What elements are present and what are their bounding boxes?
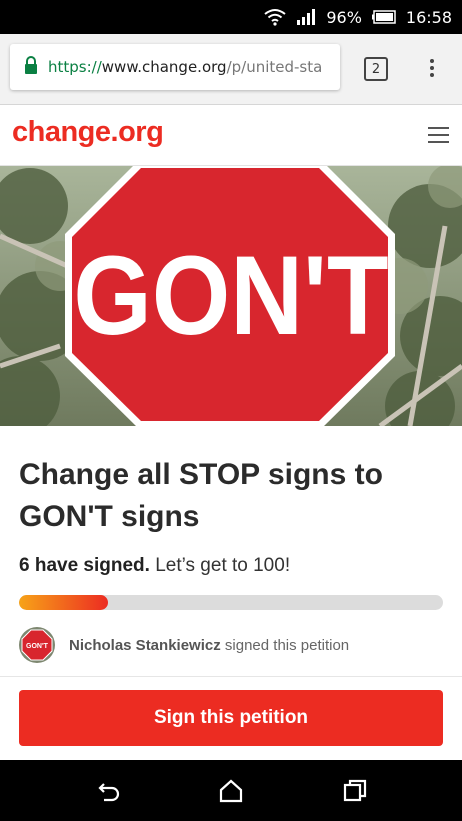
browser-toolbar: https://www.change.org/p/united-sta 2 [0,34,462,105]
petition-title: Change all STOP signs to GON'T signs [19,458,383,533]
change-org-logo[interactable]: change.org [12,116,164,149]
lock-icon [24,55,38,79]
avatar: GON'T [19,627,55,663]
wifi-icon [264,8,286,26]
recent-apps-icon[interactable] [342,778,368,804]
signature-progress-bar [19,595,443,610]
sign-petition-button[interactable]: Sign this petition [19,690,443,746]
url-path: /p/united-sta [226,58,323,76]
address-bar[interactable]: https://www.change.org/p/united-sta [10,44,340,90]
petition-hero-image: GON'T [0,166,462,426]
back-icon[interactable] [96,778,122,804]
goal-text: Let’s get to 100! [155,555,291,576]
recent-signer-row: GON'T Nicholas Stankiewicz signed this p… [19,627,349,663]
url-scheme: https:// [48,58,102,76]
progress-fill [19,595,109,610]
signature-count: 6 have signed. Let’s get to 100! [19,555,290,577]
signer-action: signed this petition [224,636,350,654]
home-icon[interactable] [218,778,244,804]
sign-text: GON'T [73,233,388,358]
signal-icon [296,9,316,25]
battery-icon [371,10,396,24]
status-bar: 96% 16:58 [0,0,462,34]
battery-percentage: 96% [326,7,362,27]
tab-switcher-icon[interactable]: 2 [364,57,388,81]
divider [0,676,462,677]
signed-count-text: 6 have signed. [19,555,150,576]
signer-name[interactable]: Nicholas Stankiewicz [69,637,221,654]
site-header: change.org [0,105,462,166]
url-text: https://www.change.org/p/united-sta [48,58,322,76]
url-host: www.change.org [101,58,227,76]
overflow-menu-icon[interactable] [426,56,438,82]
recent-signer-text: Nicholas Stankiewicz signed this petitio… [69,637,349,654]
navigation-bar [0,760,462,821]
avatar-text: GON'T [26,643,49,650]
hamburger-menu-icon[interactable] [428,127,449,148]
clock: 16:58 [405,7,452,27]
